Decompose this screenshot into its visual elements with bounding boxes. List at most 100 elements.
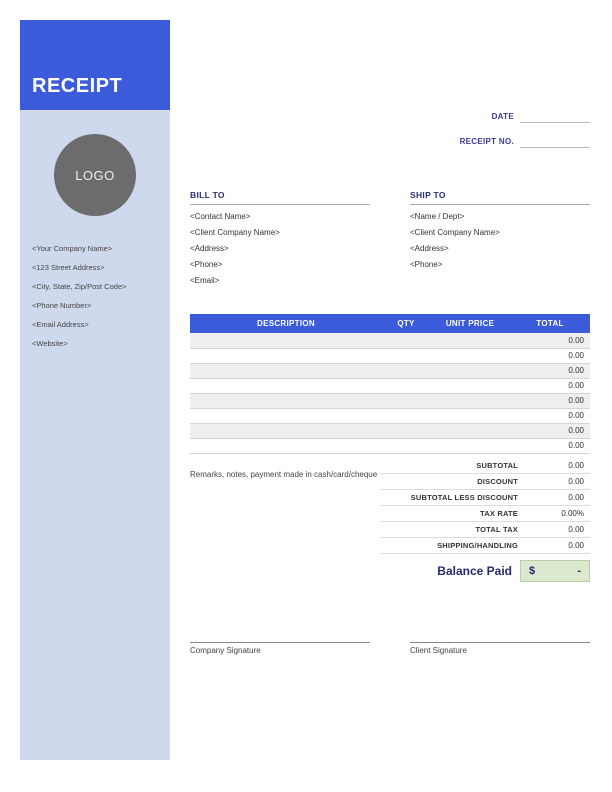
addresses: BILL TO <Contact Name> <Client Company N…	[190, 190, 590, 292]
company-city: <City, State, Zip/Post Code>	[32, 282, 158, 291]
bill-to-email: <Email>	[190, 276, 370, 285]
cell-total: 0.00	[510, 363, 590, 378]
logo-container: LOGO	[20, 134, 170, 216]
company-name: <Your Company Name>	[32, 244, 158, 253]
cell-description[interactable]	[190, 333, 382, 348]
cell-unit-price[interactable]	[430, 423, 510, 438]
company-phone: <Phone Number>	[32, 301, 158, 310]
receipt-no-field[interactable]	[520, 135, 590, 148]
col-unit-price: UNIT PRICE	[430, 314, 510, 333]
ship-to-heading: SHIP TO	[410, 190, 590, 205]
meta-block: DATE RECEIPT NO.	[190, 110, 590, 160]
cell-qty[interactable]	[382, 378, 430, 393]
cell-qty[interactable]	[382, 423, 430, 438]
cell-qty[interactable]	[382, 438, 430, 453]
bill-to-contact: <Contact Name>	[190, 212, 370, 221]
cell-qty[interactable]	[382, 363, 430, 378]
cell-description[interactable]	[190, 378, 382, 393]
table-row: 0.00	[190, 423, 590, 438]
subtotal-less-label: SUBTOTAL LESS DISCOUNT	[380, 493, 532, 502]
cell-description[interactable]	[190, 348, 382, 363]
ship-to-phone: <Phone>	[410, 260, 590, 269]
ship-to-name: <Name / Dept>	[410, 212, 590, 221]
items-body: 0.00 0.00 0.00 0.00 0.00 0.00 0.00 0.00	[190, 333, 590, 453]
table-row: 0.00	[190, 333, 590, 348]
tax-rate-label: TAX RATE	[380, 509, 532, 518]
ship-to-address: <Address>	[410, 244, 590, 253]
tax-rate-value[interactable]: 0.00%	[532, 509, 584, 518]
subtotal-less-value: 0.00	[532, 493, 584, 502]
cell-unit-price[interactable]	[430, 348, 510, 363]
bill-to-address: <Address>	[190, 244, 370, 253]
company-info: <Your Company Name> <123 Street Address>…	[20, 244, 170, 348]
total-tax-value: 0.00	[532, 525, 584, 534]
client-signature: Client Signature	[410, 642, 590, 655]
sidebar: RECEIPT LOGO <Your Company Name> <123 St…	[20, 20, 170, 760]
cell-total: 0.00	[510, 423, 590, 438]
client-signature-label: Client Signature	[410, 642, 590, 655]
main-content: DATE RECEIPT NO. BILL TO <Contact Name> …	[190, 20, 590, 655]
company-website: <Website>	[32, 339, 158, 348]
bill-to-heading: BILL TO	[190, 190, 370, 205]
table-row: 0.00	[190, 348, 590, 363]
cell-total: 0.00	[510, 378, 590, 393]
cell-unit-price[interactable]	[430, 378, 510, 393]
subtotal-value: 0.00	[532, 461, 584, 470]
cell-total: 0.00	[510, 393, 590, 408]
date-label: DATE	[492, 112, 520, 121]
cell-qty[interactable]	[382, 408, 430, 423]
discount-value[interactable]: 0.00	[532, 477, 584, 486]
cell-description[interactable]	[190, 408, 382, 423]
ship-to-company: <Client Company Name>	[410, 228, 590, 237]
cell-unit-price[interactable]	[430, 408, 510, 423]
col-total: TOTAL	[510, 314, 590, 333]
bill-to-phone: <Phone>	[190, 260, 370, 269]
table-row: 0.00	[190, 363, 590, 378]
cell-total: 0.00	[510, 438, 590, 453]
signatures: Company Signature Client Signature	[190, 642, 590, 655]
table-row: 0.00	[190, 378, 590, 393]
cell-total: 0.00	[510, 408, 590, 423]
subtotal-label: SUBTOTAL	[380, 461, 532, 470]
discount-label: DISCOUNT	[380, 477, 532, 486]
balance-row: Balance Paid $ -	[380, 560, 590, 582]
table-row: 0.00	[190, 438, 590, 453]
total-tax-label: TOTAL TAX	[380, 525, 532, 534]
balance-label: Balance Paid	[437, 564, 512, 578]
logo-placeholder: LOGO	[54, 134, 136, 216]
header-banner: RECEIPT	[20, 20, 170, 110]
date-row: DATE	[492, 110, 590, 123]
table-row: 0.00	[190, 393, 590, 408]
cell-qty[interactable]	[382, 348, 430, 363]
cell-qty[interactable]	[382, 393, 430, 408]
cell-unit-price[interactable]	[430, 438, 510, 453]
company-street: <123 Street Address>	[32, 263, 158, 272]
shipping-value[interactable]: 0.00	[532, 541, 584, 550]
cell-total: 0.00	[510, 333, 590, 348]
cell-description[interactable]	[190, 423, 382, 438]
table-row: 0.00	[190, 408, 590, 423]
balance-currency: $	[529, 565, 535, 577]
company-signature: Company Signature	[190, 642, 370, 655]
remarks-text: Remarks, notes, payment made in cash/car…	[190, 458, 380, 582]
receipt-no-row: RECEIPT NO.	[460, 135, 590, 148]
cell-qty[interactable]	[382, 333, 430, 348]
company-email: <Email Address>	[32, 320, 158, 329]
items-table: DESCRIPTION QTY UNIT PRICE TOTAL 0.00 0.…	[190, 314, 590, 454]
company-signature-label: Company Signature	[190, 642, 370, 655]
date-field[interactable]	[520, 110, 590, 123]
cell-description[interactable]	[190, 438, 382, 453]
shipping-label: SHIPPING/HANDLING	[380, 541, 532, 550]
cell-description[interactable]	[190, 363, 382, 378]
col-description: DESCRIPTION	[190, 314, 382, 333]
totals-block: SUBTOTAL0.00 DISCOUNT0.00 SUBTOTAL LESS …	[380, 458, 590, 582]
col-qty: QTY	[382, 314, 430, 333]
balance-value: -	[577, 565, 581, 577]
cell-unit-price[interactable]	[430, 333, 510, 348]
cell-unit-price[interactable]	[430, 393, 510, 408]
bill-to-company: <Client Company Name>	[190, 228, 370, 237]
cell-description[interactable]	[190, 393, 382, 408]
cell-unit-price[interactable]	[430, 363, 510, 378]
ship-to-column: SHIP TO <Name / Dept> <Client Company Na…	[410, 190, 590, 292]
document-title: RECEIPT	[32, 75, 122, 98]
